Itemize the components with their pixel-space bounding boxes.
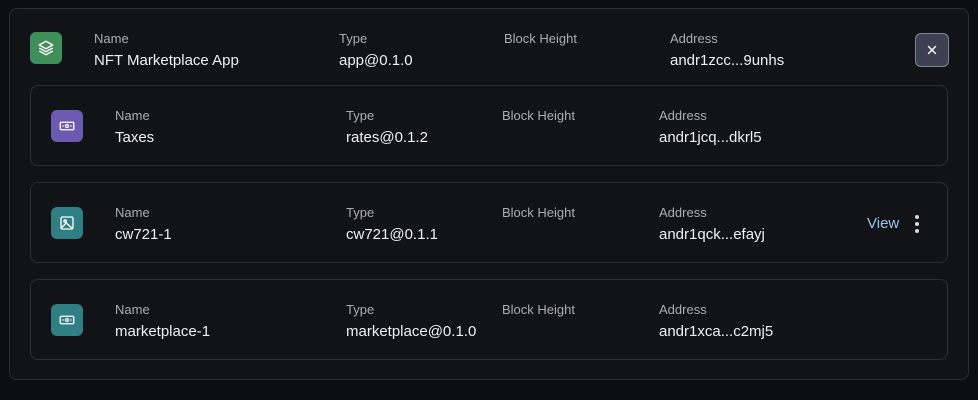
component-card-marketplace[interactable]: Name marketplace-1 Type marketplace@0.1.… — [30, 279, 948, 360]
component-card-cw721[interactable]: Name cw721-1 Type cw721@0.1.1 Block Heig… — [30, 182, 948, 263]
image-icon — [51, 207, 83, 239]
component-address: andr1qck...efayj — [659, 226, 765, 243]
app-type-label: Type — [339, 31, 368, 46]
component-name: marketplace-1 — [115, 323, 211, 340]
component-type-label: Type — [346, 302, 375, 317]
component-block-height-label: Block Height — [502, 205, 575, 220]
app-panel: Name NFT Marketplace App Type app@0.1.0 … — [9, 8, 969, 380]
app-header: Name NFT Marketplace App Type app@0.1.0 … — [10, 9, 968, 85]
component-type-field: Type rates@0.1.2 — [346, 108, 428, 148]
component-name: Taxes — [115, 129, 155, 146]
app-name: NFT Marketplace App — [94, 52, 239, 69]
component-name-label: Name — [115, 302, 150, 317]
component-address-field: Address andr1xca...c2mj5 — [659, 302, 773, 342]
component-name-field: Name Taxes — [115, 108, 154, 148]
app-address-field: Address andr1zcc...9unhs — [670, 31, 784, 71]
app-name-field: Name NFT Marketplace App — [94, 31, 239, 71]
component-address-field: Address andr1jcq...dkrl5 — [659, 108, 762, 148]
component-address: andr1jcq...dkrl5 — [659, 129, 762, 146]
component-name-label: Name — [115, 108, 150, 123]
component-address-label: Address — [659, 205, 707, 220]
app-name-label: Name — [94, 31, 129, 46]
component-block-height-label: Block Height — [502, 108, 575, 123]
app-address: andr1zcc...9unhs — [670, 52, 785, 69]
app-block-height-field: Block Height — [504, 31, 577, 47]
app-type-field: Type app@0.1.0 — [339, 31, 413, 71]
ticket-icon — [51, 110, 83, 142]
component-address-label: Address — [659, 302, 707, 317]
component-address-field: Address andr1qck...efayj — [659, 205, 765, 245]
close-button[interactable] — [915, 33, 949, 67]
component-type: marketplace@0.1.0 — [346, 323, 477, 340]
component-block-height-field: Block Height — [502, 302, 575, 318]
component-name-label: Name — [115, 205, 150, 220]
component-type-field: Type marketplace@0.1.0 — [346, 302, 476, 342]
component-address-label: Address — [659, 108, 707, 123]
app-block-height-label: Block Height — [504, 31, 577, 46]
component-type: rates@0.1.2 — [346, 129, 428, 146]
more-options-icon[interactable] — [909, 214, 925, 234]
close-icon — [927, 45, 937, 55]
component-type-label: Type — [346, 108, 375, 123]
component-type-label: Type — [346, 205, 375, 220]
app-type: app@0.1.0 — [339, 52, 413, 69]
component-block-height-label: Block Height — [502, 302, 575, 317]
component-name: cw721-1 — [115, 226, 172, 243]
component-address: andr1xca...c2mj5 — [659, 323, 774, 340]
component-block-height-field: Block Height — [502, 108, 575, 124]
app-address-label: Address — [670, 31, 718, 46]
component-type: cw721@0.1.1 — [346, 226, 438, 243]
component-name-field: Name cw721-1 — [115, 205, 172, 245]
component-name-field: Name marketplace-1 — [115, 302, 210, 342]
view-link[interactable]: View — [867, 214, 899, 234]
component-type-field: Type cw721@0.1.1 — [346, 205, 438, 245]
component-block-height-field: Block Height — [502, 205, 575, 221]
layers-icon — [30, 32, 62, 64]
ticket-icon — [51, 304, 83, 336]
component-card-taxes[interactable]: Name Taxes Type rates@0.1.2 Block Height… — [30, 85, 948, 166]
